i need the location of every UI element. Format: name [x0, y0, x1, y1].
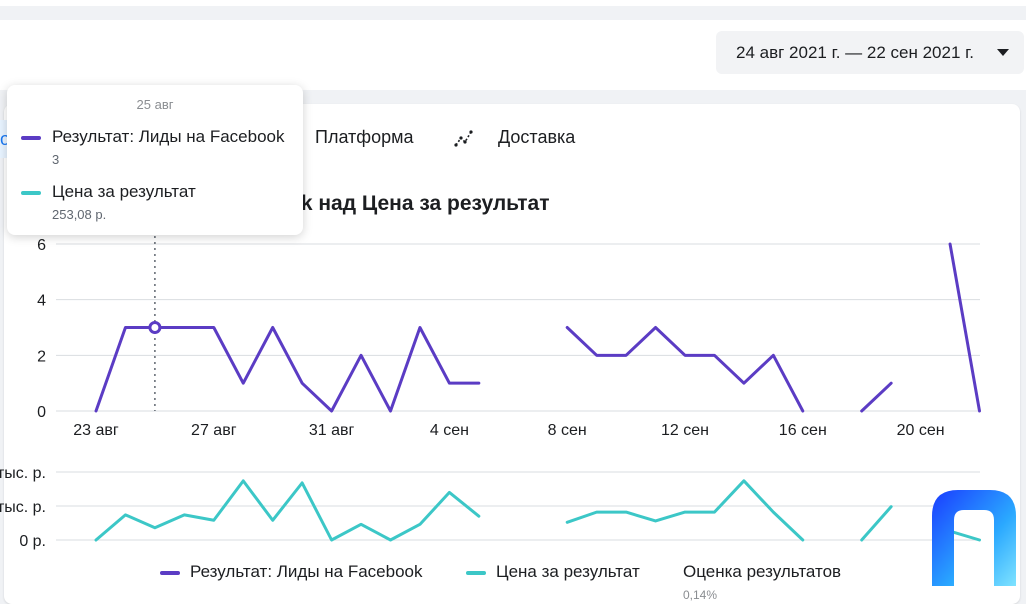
x-tick: 16 сен [779, 422, 827, 439]
x-tick: 27 авг [191, 422, 237, 439]
y-tick-top: 4 [37, 293, 46, 310]
x-tick: 4 сен [430, 422, 469, 439]
y-tick-bottom: тыс. р. [0, 499, 46, 516]
results-series-line [860, 381, 893, 413]
legend-evaluation-label[interactable]: Оценка результатов [683, 562, 841, 582]
tooltip-results-swatch [21, 136, 41, 140]
cost-series-line [860, 505, 893, 542]
tooltip-cost-value: 253,08 р. [52, 207, 107, 222]
tooltip-cost-swatch [21, 191, 41, 195]
y-tick-top: 0 [37, 404, 46, 421]
legend-results-swatch [160, 571, 180, 575]
y-tick-top: 6 [37, 237, 46, 254]
x-tick: 12 сен [661, 422, 709, 439]
x-tick: 8 сен [548, 422, 587, 439]
results-series-line [94, 326, 481, 413]
y-tick-bottom: тыс. р. [0, 465, 46, 482]
x-tick: 23 авг [73, 422, 119, 439]
chart-tooltip: 25 авг Результат: Лиды на Facebook 3 Цен… [7, 85, 303, 235]
tooltip-cost-label: Цена за результат [52, 182, 196, 201]
tooltip-results-label: Результат: Лиды на Facebook [52, 127, 285, 146]
cost-series-line [565, 479, 805, 542]
x-tick: 31 авг [309, 422, 355, 439]
hover-point-marker [148, 321, 162, 334]
tooltip-results-value: 3 [52, 152, 60, 167]
cost-series-line [94, 479, 481, 542]
tooltip-date: 25 авг [136, 97, 174, 112]
legend-cost-swatch [466, 571, 486, 575]
results-series-line [948, 242, 981, 413]
legend-results-label[interactable]: Результат: Лиды на Facebook [190, 562, 423, 582]
brand-logo-icon [932, 490, 1016, 586]
y-tick-top: 2 [37, 348, 46, 365]
legend-cost-label[interactable]: Цена за результат [496, 562, 640, 582]
legend-evaluation-value: 0,14% [683, 588, 718, 602]
y-tick-bottom: 0 р. [19, 533, 46, 550]
results-series-line [565, 326, 805, 413]
x-tick: 20 сен [897, 422, 945, 439]
